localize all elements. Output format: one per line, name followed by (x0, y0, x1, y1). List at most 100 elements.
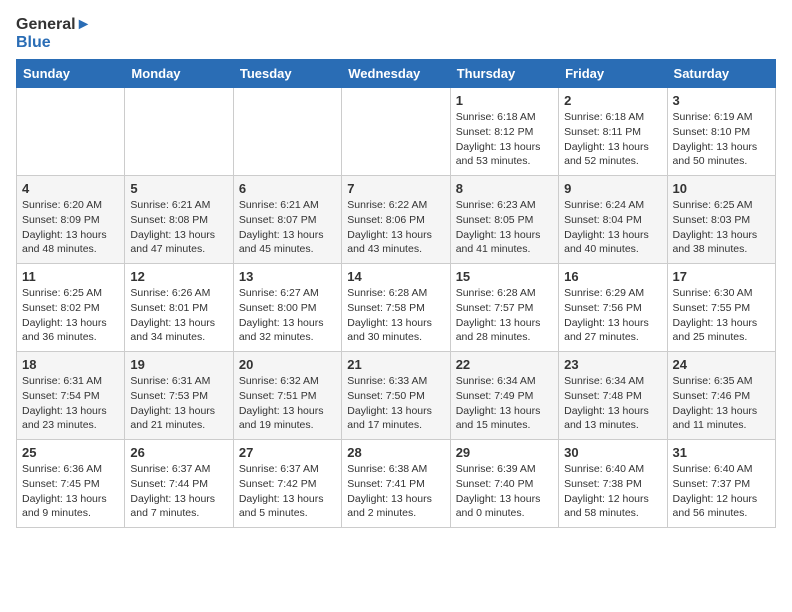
day-info: Sunrise: 6:18 AM Sunset: 8:12 PM Dayligh… (456, 110, 553, 169)
day-cell-11: 11 Sunrise: 6:25 AM Sunset: 8:02 PM Dayli… (17, 264, 125, 352)
day-info: Sunrise: 6:29 AM Sunset: 7:56 PM Dayligh… (564, 286, 661, 345)
day-cell-4: 4Sunrise: 6:20 AM Sunset: 8:09 PM Daylig… (17, 176, 125, 264)
day-info: Sunrise: 6:18 AM Sunset: 8:11 PM Dayligh… (564, 110, 661, 169)
day-number: 17 (673, 269, 770, 284)
day-cell-21: 21 Sunrise: 6:33 AM Sunset: 7:50 PM Dayli… (342, 352, 450, 440)
page-header: General► Blue (16, 16, 776, 51)
day-cell-10: 10 Sunrise: 6:25 AM Sunset: 8:03 PM Dayli… (667, 176, 775, 264)
day-cell-5: 5 Sunrise: 6:21 AM Sunset: 8:08 PM Daylig… (125, 176, 233, 264)
day-info: Sunrise: 6:23 AM Sunset: 8:05 PM Dayligh… (456, 198, 553, 257)
day-info: Sunrise: 6:39 AM Sunset: 7:40 PM Dayligh… (456, 462, 553, 521)
week-row-3: 11 Sunrise: 6:25 AM Sunset: 8:02 PM Dayli… (17, 264, 776, 352)
day-number: 27 (239, 445, 336, 460)
day-info: Sunrise: 6:27 AM Sunset: 8:00 PM Dayligh… (239, 286, 336, 345)
day-info: Sunrise: 6:38 AM Sunset: 7:41 PM Dayligh… (347, 462, 444, 521)
day-cell-3: 3 Sunrise: 6:19 AM Sunset: 8:10 PM Daylig… (667, 88, 775, 176)
day-number: 3 (673, 93, 770, 108)
day-number: 25 (22, 445, 119, 460)
day-info: Sunrise: 6:37 AM Sunset: 7:42 PM Dayligh… (239, 462, 336, 521)
day-cell-17: 17 Sunrise: 6:30 AM Sunset: 7:55 PM Dayli… (667, 264, 775, 352)
day-info: Sunrise: 6:26 AM Sunset: 8:01 PM Dayligh… (130, 286, 227, 345)
day-info: Sunrise: 6:32 AM Sunset: 7:51 PM Dayligh… (239, 374, 336, 433)
day-info: Sunrise: 6:33 AM Sunset: 7:50 PM Dayligh… (347, 374, 444, 433)
day-number: 20 (239, 357, 336, 372)
day-info: Sunrise: 6:35 AM Sunset: 7:46 PM Dayligh… (673, 374, 770, 433)
week-row-5: 25 Sunrise: 6:36 AM Sunset: 7:45 PM Dayli… (17, 440, 776, 528)
day-cell-1: 1 Sunrise: 6:18 AM Sunset: 8:12 PM Daylig… (450, 88, 558, 176)
day-cell-23: 23 Sunrise: 6:34 AM Sunset: 7:48 PM Dayli… (559, 352, 667, 440)
day-number: 26 (130, 445, 227, 460)
day-cell-8: 8 Sunrise: 6:23 AM Sunset: 8:05 PM Daylig… (450, 176, 558, 264)
day-info: Sunrise: 6:34 AM Sunset: 7:49 PM Dayligh… (456, 374, 553, 433)
day-info: Sunrise: 6:37 AM Sunset: 7:44 PM Dayligh… (130, 462, 227, 521)
day-cell-28: 28Sunrise: 6:38 AM Sunset: 7:41 PM Dayli… (342, 440, 450, 528)
day-cell-18: 18 Sunrise: 6:31 AM Sunset: 7:54 PM Dayli… (17, 352, 125, 440)
day-cell-19: 19Sunrise: 6:31 AM Sunset: 7:53 PM Dayli… (125, 352, 233, 440)
day-info: Sunrise: 6:25 AM Sunset: 8:02 PM Dayligh… (22, 286, 119, 345)
day-cell-22: 22 Sunrise: 6:34 AM Sunset: 7:49 PM Dayli… (450, 352, 558, 440)
day-cell-31: 31 Sunrise: 6:40 AM Sunset: 7:37 PM Dayli… (667, 440, 775, 528)
day-info: Sunrise: 6:28 AM Sunset: 7:58 PM Dayligh… (347, 286, 444, 345)
day-number: 21 (347, 357, 444, 372)
day-info: Sunrise: 6:40 AM Sunset: 7:37 PM Dayligh… (673, 462, 770, 521)
day-cell-2: 2 Sunrise: 6:18 AM Sunset: 8:11 PM Daylig… (559, 88, 667, 176)
empty-cell (17, 88, 125, 176)
day-cell-20: 20 Sunrise: 6:32 AM Sunset: 7:51 PM Dayli… (233, 352, 341, 440)
day-number: 31 (673, 445, 770, 460)
day-number: 7 (347, 181, 444, 196)
weekday-header-wednesday: Wednesday (342, 60, 450, 88)
day-number: 11 (22, 269, 119, 284)
week-row-1: 1 Sunrise: 6:18 AM Sunset: 8:12 PM Daylig… (17, 88, 776, 176)
weekday-header-row: SundayMondayTuesdayWednesdayThursdayFrid… (17, 60, 776, 88)
day-number: 16 (564, 269, 661, 284)
day-info: Sunrise: 6:31 AM Sunset: 7:53 PM Dayligh… (130, 374, 227, 433)
day-number: 29 (456, 445, 553, 460)
day-info: Sunrise: 6:25 AM Sunset: 8:03 PM Dayligh… (673, 198, 770, 257)
day-info: Sunrise: 6:36 AM Sunset: 7:45 PM Dayligh… (22, 462, 119, 521)
day-cell-30: 30 Sunrise: 6:40 AM Sunset: 7:38 PM Dayli… (559, 440, 667, 528)
day-cell-27: 27 Sunrise: 6:37 AM Sunset: 7:42 PM Dayli… (233, 440, 341, 528)
day-cell-6: 6 Sunrise: 6:21 AM Sunset: 8:07 PM Daylig… (233, 176, 341, 264)
day-info: Sunrise: 6:34 AM Sunset: 7:48 PM Dayligh… (564, 374, 661, 433)
day-cell-16: 16 Sunrise: 6:29 AM Sunset: 7:56 PM Dayli… (559, 264, 667, 352)
day-number: 22 (456, 357, 553, 372)
day-number: 5 (130, 181, 227, 196)
weekday-header-sunday: Sunday (17, 60, 125, 88)
day-number: 30 (564, 445, 661, 460)
day-info: Sunrise: 6:30 AM Sunset: 7:55 PM Dayligh… (673, 286, 770, 345)
day-number: 2 (564, 93, 661, 108)
day-cell-24: 24 Sunrise: 6:35 AM Sunset: 7:46 PM Dayli… (667, 352, 775, 440)
day-info: Sunrise: 6:40 AM Sunset: 7:38 PM Dayligh… (564, 462, 661, 521)
day-number: 8 (456, 181, 553, 196)
logo-text: General► Blue (16, 16, 91, 51)
weekday-header-tuesday: Tuesday (233, 60, 341, 88)
day-number: 12 (130, 269, 227, 284)
day-cell-14: 14Sunrise: 6:28 AM Sunset: 7:58 PM Dayli… (342, 264, 450, 352)
day-info: Sunrise: 6:22 AM Sunset: 8:06 PM Dayligh… (347, 198, 444, 257)
day-info: Sunrise: 6:19 AM Sunset: 8:10 PM Dayligh… (673, 110, 770, 169)
day-number: 23 (564, 357, 661, 372)
day-cell-9: 9Sunrise: 6:24 AM Sunset: 8:04 PM Daylig… (559, 176, 667, 264)
day-info: Sunrise: 6:21 AM Sunset: 8:07 PM Dayligh… (239, 198, 336, 257)
day-cell-15: 15Sunrise: 6:28 AM Sunset: 7:57 PM Dayli… (450, 264, 558, 352)
day-cell-13: 13Sunrise: 6:27 AM Sunset: 8:00 PM Dayli… (233, 264, 341, 352)
empty-cell (233, 88, 341, 176)
day-cell-26: 26 Sunrise: 6:37 AM Sunset: 7:44 PM Dayli… (125, 440, 233, 528)
day-number: 10 (673, 181, 770, 196)
week-row-2: 4Sunrise: 6:20 AM Sunset: 8:09 PM Daylig… (17, 176, 776, 264)
empty-cell (342, 88, 450, 176)
weekday-header-thursday: Thursday (450, 60, 558, 88)
day-number: 24 (673, 357, 770, 372)
day-info: Sunrise: 6:21 AM Sunset: 8:08 PM Dayligh… (130, 198, 227, 257)
day-info: Sunrise: 6:24 AM Sunset: 8:04 PM Dayligh… (564, 198, 661, 257)
day-number: 1 (456, 93, 553, 108)
day-cell-12: 12 Sunrise: 6:26 AM Sunset: 8:01 PM Dayli… (125, 264, 233, 352)
week-row-4: 18 Sunrise: 6:31 AM Sunset: 7:54 PM Dayli… (17, 352, 776, 440)
day-number: 6 (239, 181, 336, 196)
weekday-header-saturday: Saturday (667, 60, 775, 88)
empty-cell (125, 88, 233, 176)
calendar-table: SundayMondayTuesdayWednesdayThursdayFrid… (16, 59, 776, 528)
logo: General► Blue (16, 16, 91, 51)
day-number: 18 (22, 357, 119, 372)
day-info: Sunrise: 6:31 AM Sunset: 7:54 PM Dayligh… (22, 374, 119, 433)
